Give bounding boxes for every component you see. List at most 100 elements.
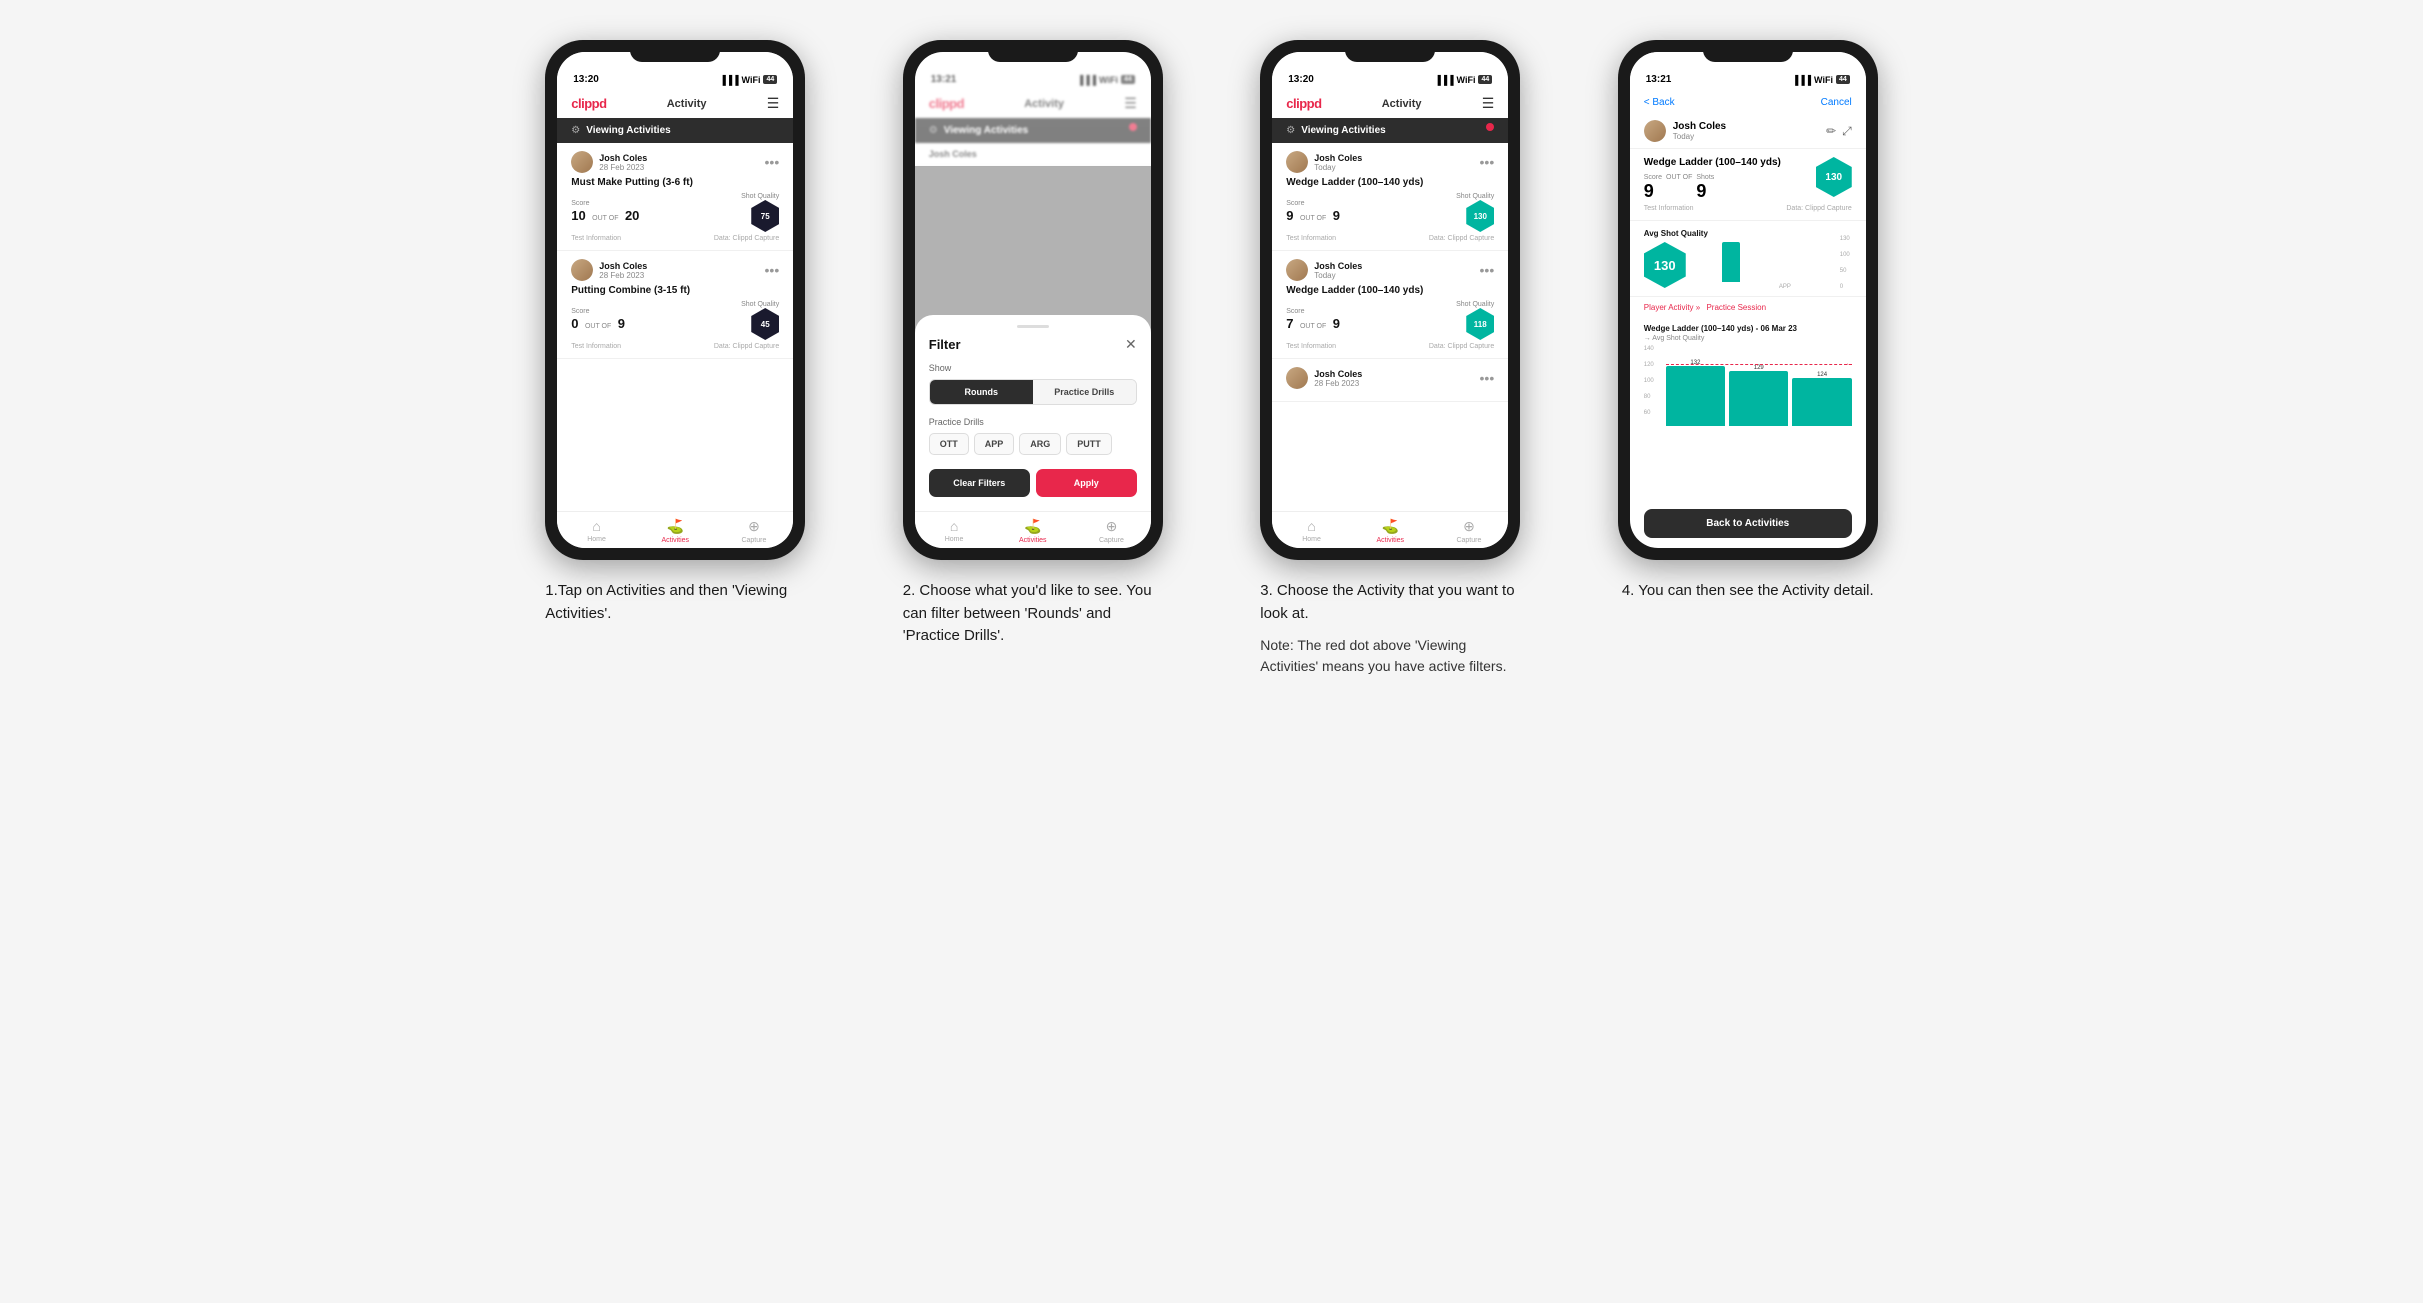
filter-header-2: Filter ✕ [929,336,1137,353]
nav-capture-1[interactable]: ⊕ Capture [715,518,794,544]
detail-icons-4: ✏ ⤢ [1826,124,1852,139]
bottom-nav-1: ⌂ Home ⛳ Activities ⊕ Capture [557,511,793,548]
activity-card-3-1[interactable]: Josh Coles Today ••• Wedge Ladder (100–1… [1272,143,1508,251]
drill-tag-arg[interactable]: ARG [1019,433,1061,455]
quality-group-1-1: Shot Quality 75 [741,193,779,232]
caption-text-2: 2. Choose what you'd like to see. You ca… [903,580,1163,648]
app-logo-2: clippd [929,96,964,111]
filter-toggle-row-2: Rounds Practice Drills [929,379,1137,405]
detail-score-val: 9 [1644,181,1654,201]
phone-notch-2 [988,40,1078,62]
hamburger-icon-1[interactable]: ☰ [767,95,780,112]
back-to-activities-btn-4[interactable]: Back to Activities [1644,509,1852,538]
nav-capture-2[interactable]: ⊕ Capture [1072,518,1151,544]
filter-close-btn[interactable]: ✕ [1125,336,1137,353]
practice-session-row-4: Player Activity » Practice Session [1630,297,1866,318]
banner-icon-1: ⚙ [571,125,580,136]
nav-home-2[interactable]: ⌂ Home [915,518,994,544]
drill-name-1-1: Must Make Putting (3-6 ft) [571,177,779,188]
caption-3: 3. Choose the Activity that you want to … [1260,580,1520,677]
status-time-4: 13:21 [1646,74,1672,85]
phone-notch-3 [1345,40,1435,62]
practice-drills-toggle[interactable]: Practice Drills [1033,380,1136,404]
nav-home-1[interactable]: ⌂ Home [557,518,636,544]
step-1-column: 13:20 ▐▐▐ WiFi 44 clippd Activity ☰ ⚙ [512,40,840,625]
rounds-toggle[interactable]: Rounds [930,380,1033,404]
wifi-icon-4: WiFi [1814,75,1833,85]
avg-quality-section-4: Avg Shot Quality 130 130 100 50 0 [1630,221,1866,297]
home-icon-1: ⌂ [592,518,600,534]
bar-4-2 [1729,371,1788,426]
nav-activities-2[interactable]: ⛳ Activities [993,518,1072,544]
home-icon-3: ⌂ [1307,518,1315,534]
phone-notch-4 [1703,40,1793,62]
status-time-1: 13:20 [573,74,599,85]
drill-tag-putt[interactable]: PUTT [1066,433,1112,455]
nav-activities-1[interactable]: ⛳ Activities [636,518,715,544]
activities-icon-1: ⛳ [667,518,684,535]
signal-icon-1: ▐▐▐ [719,75,738,85]
chart-x-label-4: APP [1718,284,1852,290]
more-dots-1-1[interactable]: ••• [765,155,780,169]
more-dots-3-3[interactable]: ••• [1480,371,1495,385]
drills-label-2: Practice Drills [929,417,1137,427]
red-dot-3 [1486,123,1494,131]
user-date-1-2: 28 Feb 2023 [599,271,647,280]
wifi-icon-3: WiFi [1457,75,1476,85]
activity-card-1-1[interactable]: Josh Coles 28 Feb 2023 ••• Must Make Put… [557,143,793,251]
bar-4-3 [1792,378,1851,426]
wifi-icon-1: WiFi [742,75,761,85]
apply-btn[interactable]: Apply [1036,469,1137,497]
phone-3-inner: 13:20 ▐▐▐ WiFi 44 clippd Activity ☰ ⚙ Vi… [1272,52,1508,548]
avatar-1-2 [571,259,593,281]
quality-badge-1-2: 45 [751,308,779,340]
detail-user-info-4: Josh Coles Today [1644,120,1726,142]
activity-card-1-2[interactable]: Josh Coles 28 Feb 2023 ••• Putting Combi… [557,251,793,359]
nav-capture-3[interactable]: ⊕ Capture [1430,518,1509,544]
detail-score-section-4: Wedge Ladder (100–140 yds) Score 9 OUT O… [1630,149,1866,221]
nav-home-3[interactable]: ⌂ Home [1272,518,1351,544]
activity-card-3-3[interactable]: Josh Coles 28 Feb 2023 ••• [1272,359,1508,402]
detail-shots-val: 9 [1696,181,1706,201]
nav-home-label-1: Home [587,536,606,543]
app-header-3: clippd Activity ☰ [1272,89,1508,118]
hamburger-icon-3[interactable]: ☰ [1482,95,1495,112]
activity-card-3-2[interactable]: Josh Coles Today ••• Wedge Ladder (100–1… [1272,251,1508,359]
mini-bar-1 [1722,242,1740,282]
detail-info-row-4: Test Information Data: Clippd Capture [1644,205,1852,212]
status-icons-3: ▐▐▐ WiFi 44 [1434,75,1492,85]
quality-group-1-2: Shot Quality 45 [741,301,779,340]
expand-icon-4[interactable]: ⤢ [1842,124,1852,139]
detail-user-name-4: Josh Coles [1673,121,1726,132]
drill-tag-ott[interactable]: OTT [929,433,969,455]
activities-icon-2: ⛳ [1024,518,1041,535]
drill-tag-app[interactable]: APP [974,433,1015,455]
blurred-card-2: Josh Coles [915,143,1151,166]
more-dots-1-2[interactable]: ••• [765,263,780,277]
bottom-nav-2: ⌂ Home ⛳ Activities ⊕ Capture [915,511,1151,548]
viewing-banner-3[interactable]: ⚙ Viewing Activities [1272,118,1508,143]
avatar-4 [1644,120,1666,142]
drill-tags-2: OTT APP ARG PUTT [929,433,1137,455]
scroll-content-3: Josh Coles Today ••• Wedge Ladder (100–1… [1272,143,1508,511]
bar-group-4-2: 129 [1729,365,1788,426]
quality-badge-1-1: 75 [751,200,779,232]
signal-icon-3: ▐▐▐ [1434,75,1453,85]
bar-4-1 [1666,366,1725,426]
more-dots-3-1[interactable]: ••• [1480,155,1495,169]
home-icon-2: ⌂ [950,518,958,534]
clear-filters-btn[interactable]: Clear Filters [929,469,1030,497]
edit-icon-4[interactable]: ✏ [1826,124,1836,139]
status-icons-1: ▐▐▐ WiFi 44 [719,75,777,85]
nav-activities-3[interactable]: ⛳ Activities [1351,518,1430,544]
battery-icon-1: 44 [763,75,777,84]
back-btn-4[interactable]: < Back [1644,97,1675,108]
signal-icon-4: ▐▐▐ [1792,75,1811,85]
page-container: 13:20 ▐▐▐ WiFi 44 clippd Activity ☰ ⚙ [512,40,1912,677]
more-dots-3-2[interactable]: ••• [1480,263,1495,277]
avatar-3-1 [1286,151,1308,173]
viewing-banner-1[interactable]: ⚙ Viewing Activities [557,118,793,143]
card-footer-1-2: Test Information Data: Clippd Capture [571,343,779,350]
cancel-btn-4[interactable]: Cancel [1821,97,1852,108]
detail-user-date-4: Today [1673,132,1726,141]
